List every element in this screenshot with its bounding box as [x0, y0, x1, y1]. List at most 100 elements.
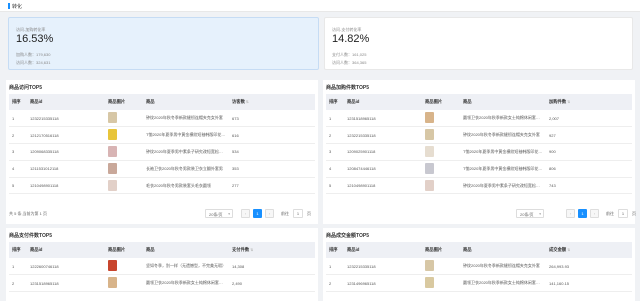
metric-value-cell: 2,490: [229, 274, 315, 293]
product-thumbnail[interactable]: [108, 179, 117, 191]
rank-cell: 2: [326, 274, 344, 293]
kpi-sub-stat: 支付人数：161,025: [332, 52, 367, 57]
rank-cell: 1: [9, 110, 27, 128]
chevron-down-icon: ▾: [228, 211, 230, 216]
table-row[interactable]: 3 1209025901118 T恤2020年夏季男中黄金横纹短袖韩版印花宽松上衣 9…: [326, 143, 632, 161]
prev-page-button[interactable]: ‹: [566, 209, 575, 218]
ranking-table: 排序 商品id 商品图片 商品 成交金额⇅ 1 1232215335118 钟纹2020年秋冬…: [326, 242, 632, 293]
next-page-button[interactable]: ›: [265, 209, 274, 218]
column-header-label: 商品图片: [108, 99, 126, 104]
page-number-button[interactable]: 1: [578, 209, 587, 218]
product-id-cell: 1210498901118: [344, 177, 422, 195]
table-row[interactable]: 4 1208474446118 T恤2020年夏季男中黄金横纹短袖韩版印花宽松上衣 8…: [326, 160, 632, 178]
product-thumbnail[interactable]: [108, 162, 117, 174]
product-image-cell: [105, 143, 143, 161]
table-row[interactable]: 3 1209068335118 钟纹2020年夏季男中素条子研究改短宽松上衣 534: [9, 143, 315, 161]
column-header[interactable]: 支付件数⇅: [229, 242, 315, 258]
chevron-down-icon: ▾: [539, 211, 541, 216]
column-header-label: 商品: [146, 247, 155, 252]
table-row[interactable]: 1 1222600746118 坚如冬季，别一样（无遗憾型，不完美无瑕） 14,308: [9, 258, 315, 276]
product-thumbnail[interactable]: [108, 145, 117, 157]
product-thumbnail[interactable]: [425, 112, 434, 124]
product-thumbnail[interactable]: [425, 260, 434, 272]
kpi-card-payment-rate: 访问-支付转化率 14.82% 支付人数：161,025 访问人数：364,36…: [324, 17, 633, 70]
column-header-label: 商品id: [30, 247, 43, 252]
ranking-table: 排序 商品id 商品图片 商品 加购件数⇅ 1 1231518965118 圆领卫衣2020年…: [326, 94, 632, 195]
column-header-label: 商品id: [347, 99, 360, 104]
product-id-cell: 1232215335118: [27, 110, 105, 128]
table-row[interactable]: 5 1210498901118 毛衣2020年秋冬男款装套头毛衣圆领 277: [9, 177, 315, 195]
rank-cell: 1: [9, 258, 27, 276]
sort-icon[interactable]: ⇅: [567, 248, 570, 252]
page-title: 转化: [12, 3, 23, 10]
prev-page-button[interactable]: ‹: [241, 209, 250, 218]
product-image-cell: [105, 110, 143, 128]
column-header[interactable]: 访客数⇅: [229, 94, 315, 110]
goto-page-input[interactable]: 1: [618, 209, 628, 218]
sort-icon[interactable]: ⇅: [246, 100, 249, 104]
column-header[interactable]: 成交金额⇅: [546, 242, 632, 258]
column-header: 排序: [9, 242, 27, 258]
metric-value-cell: 353: [229, 160, 315, 178]
column-header: 商品: [460, 242, 546, 258]
panel-title: 商品加购件数TOP5: [326, 85, 369, 91]
table-row[interactable]: 2 1212170516118 T恤2020年夏季男中黄金横纹短袖韩版印花宽松上衣 6…: [9, 126, 315, 145]
column-header[interactable]: 加购件数⇅: [546, 94, 632, 110]
table-header-row: 排序 商品id 商品图片 商品 访客数⇅: [9, 94, 315, 110]
product-id-cell: 1231518965118: [27, 274, 105, 293]
metric-value-cell: 277: [229, 177, 315, 195]
sort-icon[interactable]: ⇅: [250, 248, 253, 252]
product-thumbnail[interactable]: [108, 112, 117, 124]
product-id-cell: 1209025901118: [344, 143, 422, 161]
product-id-cell: 1232215335118: [344, 126, 422, 145]
column-header: 商品id: [344, 94, 422, 110]
table-row[interactable]: 1 1232215335118 钟纹2020年秋冬季新款缝纫连帽夹克女外套 673: [9, 110, 315, 128]
table-row[interactable]: 2 1231496965118 圆领卫衣2020年秋季新款女士纯棉休闲套头男 141,…: [326, 274, 632, 293]
product-id-cell: 1208474446118: [344, 160, 422, 178]
table-row[interactable]: 1 1231518965118 圆领卫衣2020年秋季新款女士纯棉休闲套头男 2,00…: [326, 110, 632, 128]
kpi-sub-stat: 访问人数：364,365: [332, 60, 367, 65]
column-header: 商品图片: [105, 94, 143, 110]
next-page-button[interactable]: ›: [590, 209, 599, 218]
product-image-cell: [422, 177, 460, 195]
table-row[interactable]: 2 1232215335118 钟纹2020年秋冬季新款缝纫连帽夹克女外套 927: [326, 126, 632, 145]
product-id-cell: 1211531012118: [27, 160, 105, 178]
table-row[interactable]: 4 1211531012118 长袖卫衣2020年秋冬男款装卫衣立翻外套男 353: [9, 160, 315, 178]
metric-value-cell: 264,993.93: [546, 258, 632, 276]
column-header-label: 商品: [463, 99, 472, 104]
product-thumbnail[interactable]: [425, 162, 434, 174]
kpi-value: 16.53%: [16, 33, 54, 45]
product-name-cell: 长袖卫衣2020年秋冬男款装卫衣立翻外套男: [143, 160, 229, 178]
product-thumbnail[interactable]: [425, 179, 434, 191]
page-size-select[interactable]: 20条/页 ▾: [205, 209, 233, 218]
goto-page-input[interactable]: 1: [293, 209, 303, 218]
metric-value-cell: 2,007: [546, 110, 632, 128]
column-header: 商品: [143, 242, 229, 258]
sort-icon[interactable]: ⇅: [567, 100, 570, 104]
chevron-right-icon: ›: [593, 211, 596, 216]
product-thumbnail[interactable]: [108, 129, 117, 141]
product-thumbnail[interactable]: [108, 260, 117, 272]
column-header: 商品图片: [422, 242, 460, 258]
panel-title: 商品成交金额TOP5: [326, 233, 369, 239]
rank-cell: 2: [9, 126, 27, 145]
table-header-row: 排序 商品id 商品图片 商品 支付件数⇅: [9, 242, 315, 258]
page-number-button[interactable]: 1: [253, 209, 262, 218]
metric-value-cell: 534: [229, 143, 315, 161]
product-thumbnail[interactable]: [425, 129, 434, 141]
top-visits-panel: 商品访问TOP5 排序 商品id 商品图片 商品 访客数⇅ 1 1232215335118 钟纹…: [6, 80, 318, 224]
column-header: 商品id: [27, 242, 105, 258]
product-name-cell: 坚如冬季，别一样（无遗憾型，不完美无瑕）: [143, 258, 229, 276]
product-thumbnail[interactable]: [425, 145, 434, 157]
product-id-cell: 1210498901118: [27, 177, 105, 195]
page-size-select[interactable]: 20条/页 ▾: [516, 209, 544, 218]
product-thumbnail[interactable]: [425, 277, 434, 289]
table-row[interactable]: 5 1210498901118 钟纹2020年夏季男中素条子研究改短宽松上衣 743: [326, 177, 632, 195]
top-paid-items-panel: 商品支付件数TOP5 排序 商品id 商品图片 商品 支付件数⇅ 1 122260074611…: [6, 228, 318, 301]
product-name-cell: 钟纹2020年秋冬季新款缝纫连帽夹克女外套: [143, 110, 229, 128]
column-header: 排序: [326, 242, 344, 258]
product-thumbnail[interactable]: [108, 277, 117, 289]
product-id-cell: 1212170516118: [27, 126, 105, 145]
table-row[interactable]: 2 1231518965118 圆领卫衣2020年秋季新款女士纯棉休闲套头男 2,49…: [9, 274, 315, 293]
table-row[interactable]: 1 1232215335118 钟纹2020年秋冬季新款缝纫连帽夹克女外套 264,9…: [326, 258, 632, 276]
